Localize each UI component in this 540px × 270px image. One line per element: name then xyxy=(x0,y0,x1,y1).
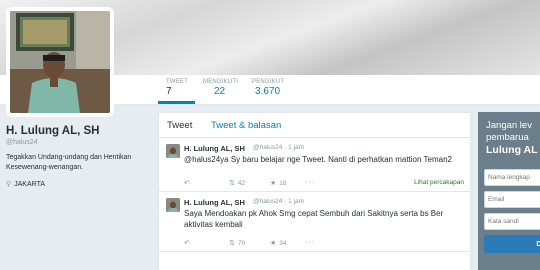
stat-tweets[interactable]: TWEET 7 xyxy=(166,79,188,97)
full-name-input[interactable] xyxy=(484,169,540,186)
tweet-text: @halus24ya Sy baru belajar nge Tweet. Na… xyxy=(184,155,452,164)
tweet-meta[interactable]: @halus24 · 1 jam xyxy=(253,144,304,151)
stat-followers-value: 3.670 xyxy=(255,86,281,97)
tweet-item[interactable]: H. Lulung AL, SH @halus24 · 1 jam Saya M… xyxy=(159,192,470,252)
tweet-timeline: Tweet Tweet & balasan H. Lulung AL, SH @… xyxy=(158,112,471,270)
signup-heading-line-1: Jangan lev xyxy=(486,120,532,131)
star-icon: ★ xyxy=(270,180,277,187)
stat-following-label: MENGIKUTI xyxy=(203,79,239,85)
tweet-avatar[interactable] xyxy=(166,198,180,212)
stat-following[interactable]: MENGIKUTI 22 xyxy=(203,79,238,97)
tweet-actions: ↶ ⇅ 42 ★ 18 ··· Lihat percakapan xyxy=(184,179,464,189)
signup-button[interactable]: Daft xyxy=(484,235,540,253)
profile-avatar[interactable] xyxy=(6,7,114,117)
favorite-button[interactable]: ★ 34 xyxy=(270,239,287,248)
stat-followers[interactable]: PENGIKUT 3.670 xyxy=(252,79,284,97)
stat-tweets-label: TWEET xyxy=(166,79,188,85)
retweet-button[interactable]: ⇅ 70 xyxy=(229,239,246,248)
tab-tweets-and-replies[interactable]: Tweet & balasan xyxy=(211,120,281,131)
timeline-tabs: Tweet Tweet & balasan xyxy=(159,113,470,138)
tweet-meta[interactable]: @halus24 · 1 jam xyxy=(253,198,304,205)
retweet-count: 70 xyxy=(237,239,246,247)
profile-photo xyxy=(10,11,110,113)
profile-bio: Tegakkan Undang-undang dan Hentikan Kese… xyxy=(6,154,132,171)
signup-panel: Jangan lev pembarua Lulung AL Daft xyxy=(478,112,540,270)
stat-following-value: 22 xyxy=(214,86,226,97)
retweet-icon: ⇅ xyxy=(229,240,235,247)
more-icon[interactable]: ··· xyxy=(305,179,315,186)
reply-icon[interactable]: ↶ xyxy=(184,179,190,187)
retweet-count: 42 xyxy=(237,179,246,187)
location-pin-icon: ⚲ xyxy=(6,181,12,188)
tweet-avatar-image xyxy=(166,198,180,212)
more-icon[interactable]: ··· xyxy=(305,239,315,246)
retweet-icon: ⇅ xyxy=(229,180,235,187)
stat-followers-label: PENGIKUT xyxy=(252,79,285,85)
retweet-button[interactable]: ⇅ 42 xyxy=(229,179,246,188)
tweet-item[interactable]: H. Lulung AL, SH @halus24 · 1 jam @halus… xyxy=(159,138,470,192)
tweet-author-name[interactable]: H. Lulung AL, SH xyxy=(184,144,245,153)
tweet-avatar-image xyxy=(166,144,180,158)
profile-name[interactable]: H. Lulung AL, SH xyxy=(6,125,99,137)
profile-handle[interactable]: @halus24 xyxy=(6,139,38,146)
favorite-button[interactable]: ★ 18 xyxy=(270,179,287,188)
tab-tweet[interactable]: Tweet xyxy=(167,120,192,131)
signup-heading: Jangan lev pembarua Lulung AL xyxy=(486,120,540,157)
email-input[interactable] xyxy=(484,191,540,208)
favorite-count: 18 xyxy=(279,179,287,187)
tweet-author-name[interactable]: H. Lulung AL, SH xyxy=(184,198,245,207)
view-conversation-link[interactable]: Lihat percakapan xyxy=(414,179,464,186)
password-input[interactable] xyxy=(484,213,540,230)
signup-heading-line-3: Lulung AL xyxy=(486,144,538,156)
active-stat-indicator xyxy=(158,101,195,104)
profile-location: ⚲ JAKARTA xyxy=(6,180,45,188)
star-icon: ★ xyxy=(270,240,277,247)
signup-heading-line-2: pembarua xyxy=(486,132,529,143)
favorite-count: 34 xyxy=(279,239,287,247)
profile-location-text: JAKARTA xyxy=(14,181,46,188)
tweet-actions: ↶ ⇅ 70 ★ 34 ··· xyxy=(184,239,464,249)
tweet-avatar[interactable] xyxy=(166,144,180,158)
tweet-text: Saya Mendoakan pk Ahok Smg cepat Sembuh … xyxy=(184,209,444,229)
reply-icon[interactable]: ↶ xyxy=(184,239,190,247)
stat-tweets-value: 7 xyxy=(166,86,172,97)
